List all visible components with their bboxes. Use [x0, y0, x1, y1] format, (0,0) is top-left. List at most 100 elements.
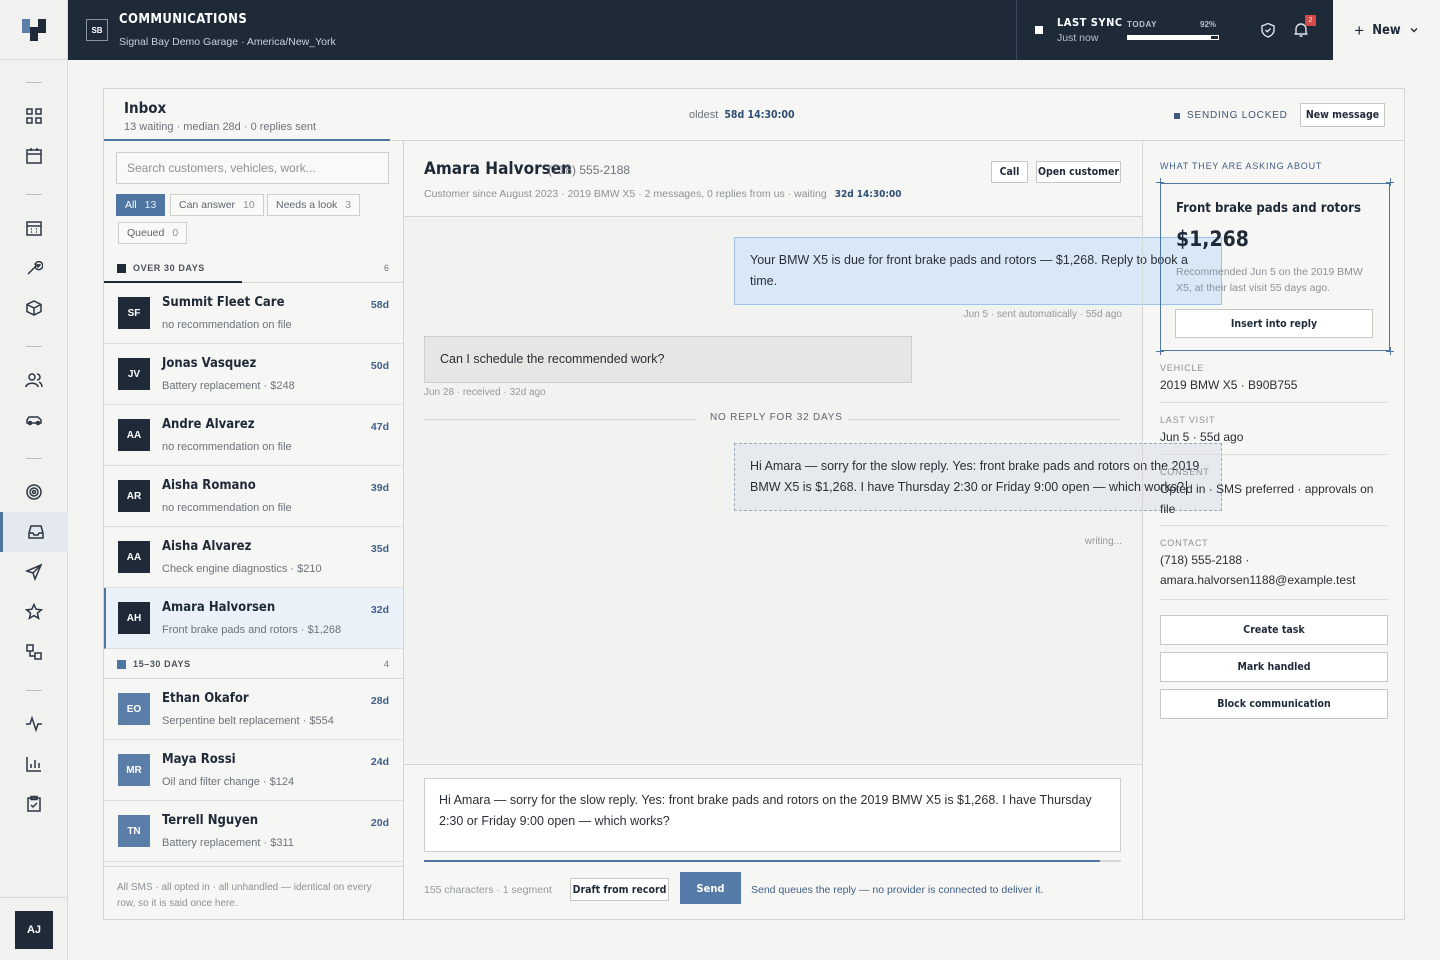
customer-name: Terrell Nguyen: [162, 813, 259, 828]
customer-context-panel: WHAT THEY ARE ASKING ABOUT Front brake p…: [1142, 141, 1404, 919]
thread-waiting-time: 32d 14:30:00: [834, 189, 902, 200]
search-input[interactable]: Search customers, vehicles, work...: [116, 152, 389, 184]
divider: [1160, 525, 1388, 526]
draft-status: writing...: [1084, 536, 1122, 547]
list-item[interactable]: SF Summit Fleet Care no recommendation o…: [104, 283, 403, 344]
corner-mark: [1390, 178, 1391, 186]
recommendation: Oil and filter change · $124: [162, 776, 295, 788]
recommendation-title: Front brake pads and rotors: [1176, 201, 1361, 216]
divider-line: [424, 419, 696, 420]
send-icon[interactable]: [0, 552, 68, 592]
target-icon[interactable]: [0, 472, 68, 512]
filter-label: Queued: [127, 227, 165, 239]
character-count: 155 characters · 1 segment: [424, 884, 552, 896]
logo[interactable]: [0, 0, 67, 60]
draft-from-record-button[interactable]: Draft from record: [570, 878, 669, 901]
filter-can-answer[interactable]: Can answer 10: [170, 194, 264, 216]
reply-textarea[interactable]: Hi Amara — sorry for the slow reply. Yes…: [424, 778, 1121, 852]
filter-label: Needs a look: [276, 199, 338, 211]
list-item[interactable]: AA Aisha Alvarez Check engine diagnostic…: [104, 527, 403, 588]
sending-locked-status: SENDING LOCKED: [1174, 110, 1288, 121]
sync-indicator: [1035, 26, 1043, 34]
users-icon[interactable]: [0, 360, 68, 400]
flow-icon[interactable]: [0, 632, 68, 672]
incoming-message: Can I schedule the recommended work?: [424, 336, 912, 383]
list-item[interactable]: TN Terrell Nguyen Battery replacement · …: [104, 801, 403, 862]
avatar: AA: [118, 419, 150, 451]
clipboard-icon[interactable]: [0, 784, 68, 824]
create-task-button[interactable]: Create task: [1160, 615, 1388, 645]
avatar[interactable]: AJ: [15, 911, 53, 949]
waiting-age: 24d: [370, 756, 389, 768]
waiting-age: 58d: [370, 299, 389, 311]
waiting-age: 35d: [370, 543, 389, 555]
recommendation: no recommendation on file: [162, 502, 292, 514]
group-count: 6: [383, 263, 389, 273]
list-item[interactable]: JV Jonas Vasquez Battery replacement · $…: [104, 344, 403, 405]
rail-divider: [26, 194, 42, 195]
filter-queued[interactable]: Queued 0: [118, 222, 188, 244]
outgoing-message-meta: Jun 5 · sent automatically · 55d ago: [963, 309, 1122, 320]
corner-mark: [1390, 347, 1391, 355]
inbox-panel: Inbox 13 waiting · median 28d · 0 replie…: [103, 88, 1405, 920]
waiting-age: 32d: [370, 604, 389, 616]
box-icon[interactable]: [0, 288, 68, 328]
filter-count: 10: [243, 199, 255, 211]
waiting-age: 28d: [370, 695, 389, 707]
bar-chart-icon[interactable]: [0, 744, 68, 784]
notification-count: 2: [1305, 15, 1316, 26]
avatar: TN: [118, 815, 150, 847]
customer-name: Aisha Romano: [162, 478, 256, 493]
rail-divider: [26, 458, 42, 459]
list-item[interactable]: AR Aisha Romano no recommendation on fil…: [104, 466, 403, 527]
rail-divider: [26, 690, 42, 691]
customer-name: Summit Fleet Care: [162, 295, 285, 310]
recommendation: no recommendation on file: [162, 319, 292, 331]
wrench-icon[interactable]: [0, 248, 68, 288]
list-item[interactable]: AA Andre Alvarez no recommendation on fi…: [104, 405, 403, 466]
sync-progress: [1127, 35, 1219, 40]
list-item-selected[interactable]: AH Amara Halvorsen Front brake pads and …: [104, 588, 403, 649]
send-button[interactable]: Send: [680, 872, 741, 904]
calendar-icon[interactable]: [0, 136, 68, 176]
waiting-age: 20d: [370, 817, 389, 829]
inbox-icon[interactable]: [0, 512, 68, 552]
open-customer-button[interactable]: Open customer: [1036, 161, 1121, 183]
shield-icon[interactable]: [1260, 22, 1276, 41]
waiting-age: 39d: [370, 482, 389, 494]
app-badge: SB: [86, 19, 108, 41]
plus-icon: +: [1354, 20, 1365, 40]
mark-handled-button[interactable]: Mark handled: [1160, 652, 1388, 682]
list-footer-note: All SMS · all opted in · all unhandled —…: [104, 866, 403, 919]
sync-label: LAST SYNC: [1057, 16, 1123, 29]
avatar: EO: [118, 693, 150, 725]
activity-icon[interactable]: [0, 704, 68, 744]
car-icon[interactable]: [0, 400, 68, 440]
new-button[interactable]: + New: [1333, 0, 1440, 60]
rail-divider: [26, 82, 42, 83]
logo-icon: [21, 18, 46, 41]
corner-mark: [1160, 347, 1161, 355]
recommendation: Front brake pads and rotors · $1,268: [162, 624, 342, 636]
avatar: JV: [118, 358, 150, 390]
schedule-icon[interactable]: [0, 208, 68, 248]
app-subtitle: Signal Bay Demo Garage · America/New_Yor…: [119, 36, 336, 48]
corner-mark: [1160, 178, 1161, 186]
contact-email: amara.halvorsen1188@example.test: [1160, 573, 1356, 587]
list-item[interactable]: MR Maya Rossi Oil and filter change · $1…: [104, 740, 403, 801]
filter-all[interactable]: All 13: [116, 194, 166, 216]
avatar: AA: [118, 541, 150, 573]
filter-needs-a-look[interactable]: Needs a look 3: [267, 194, 361, 216]
star-icon[interactable]: [0, 592, 68, 632]
dashboard-grid-icon[interactable]: [0, 96, 68, 136]
block-communication-button[interactable]: Block communication: [1160, 689, 1388, 719]
customer-name: Andre Alvarez: [162, 417, 255, 432]
inbox-title: Inbox: [124, 99, 167, 117]
call-button[interactable]: Call: [991, 161, 1028, 183]
left-rail: AJ: [0, 0, 68, 960]
sync-percent: 92%: [1200, 20, 1217, 29]
sync-time: Just now: [1057, 32, 1099, 44]
list-item[interactable]: EO Ethan Okafor Serpentine belt replacem…: [104, 679, 403, 740]
new-message-button[interactable]: New message: [1300, 103, 1385, 127]
insert-into-reply-button[interactable]: Insert into reply: [1175, 309, 1373, 338]
